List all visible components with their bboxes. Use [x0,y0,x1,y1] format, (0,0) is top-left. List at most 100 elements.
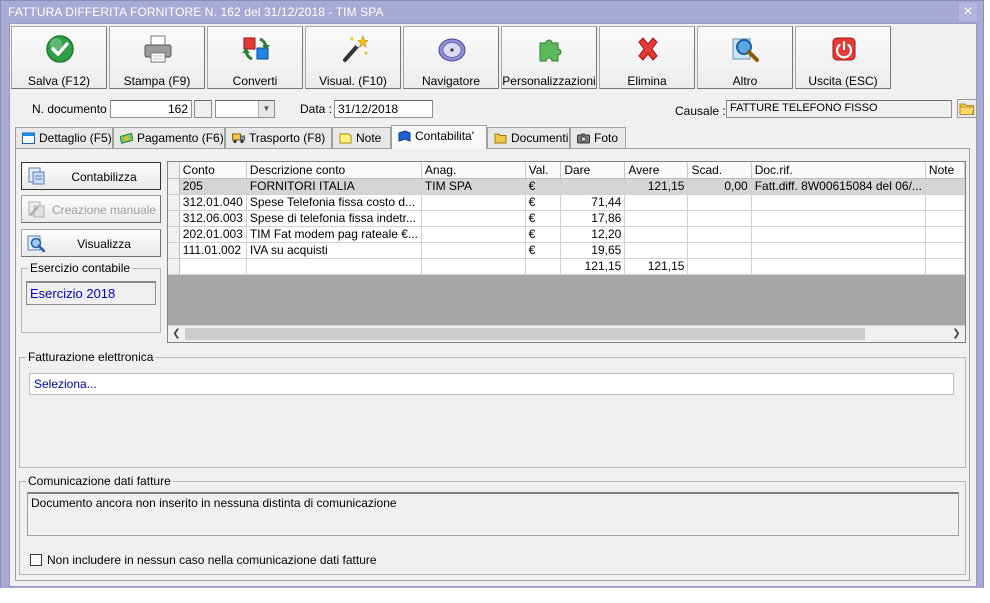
table-cell[interactable] [624,242,689,259]
table-cell[interactable]: 0,00 [687,178,752,195]
fattura-elettronica-select[interactable]: Seleziona... [29,373,954,395]
table-cell[interactable] [624,226,689,243]
close-button[interactable]: × [959,3,977,21]
table-cell[interactable]: Spese di telefonia fissa indetr... [246,210,422,227]
exclude-checkbox[interactable] [30,554,42,566]
table-row[interactable]: 312.06.003 Spese di telefonia fissa indet… [168,210,965,227]
grid-horizontal-scrollbar[interactable]: ❮ ❯ [168,325,965,342]
table-cell[interactable] [751,194,926,211]
table-cell[interactable] [925,226,965,243]
chevron-down-icon[interactable]: ▼ [258,101,274,117]
table-cell[interactable]: FORNITORI ITALIA [246,178,422,195]
date-input[interactable]: 31/12/2018 [334,100,433,118]
exit-button[interactable]: Uscita (ESC) [795,26,891,89]
table-cell[interactable]: € [525,242,562,259]
table-cell[interactable] [925,178,965,195]
table-cell[interactable] [560,178,626,195]
doc-number-suffix-button[interactable] [194,100,212,118]
table-cell[interactable]: IVA su acquisti [246,242,422,259]
column-header[interactable]: Doc.rif. [751,162,926,179]
table-cell[interactable]: 312.01.040 [179,194,247,211]
doc-series-select[interactable]: ▼ [215,100,275,118]
tab-documenti[interactable]: Documenti [487,127,570,148]
table-cell[interactable] [421,226,526,243]
table-cell[interactable] [246,258,422,275]
table-cell[interactable] [525,258,562,275]
table-row[interactable]: 121,15 121,15 [168,258,965,275]
table-cell[interactable]: € [525,210,562,227]
column-header[interactable]: Note [925,162,965,179]
tab-trasporto[interactable]: Trasporto (F8) [225,127,332,148]
table-cell[interactable]: 312.06.003 [179,210,247,227]
table-cell[interactable]: € [525,194,562,211]
scrollbar-thumb[interactable] [185,328,865,340]
esercizio-field[interactable]: Esercizio 2018 [26,281,156,305]
row-indicator[interactable] [168,210,180,227]
row-indicator[interactable] [168,194,180,211]
doc-number-input[interactable]: 162 [110,100,192,118]
tab-pagamento[interactable]: Pagamento (F6) [113,127,225,148]
table-cell[interactable] [687,210,752,227]
customizations-button[interactable]: Personalizzazioni [501,26,597,89]
table-cell[interactable] [624,210,689,227]
table-cell[interactable] [687,242,752,259]
table-cell[interactable]: 17,86 [560,210,626,227]
column-header[interactable]: Descrizione conto [246,162,422,179]
row-indicator[interactable] [168,258,180,275]
table-cell[interactable]: € [525,226,562,243]
column-header[interactable]: Anag. [421,162,526,179]
table-cell[interactable] [421,242,526,259]
navigator-button[interactable]: Navigatore [403,26,499,89]
table-cell[interactable]: 202.01.003 [179,226,247,243]
causale-input[interactable]: FATTURE TELEFONO FISSO [726,100,952,118]
row-indicator[interactable] [168,178,180,195]
table-cell[interactable] [687,258,752,275]
table-cell[interactable]: 205 [179,178,247,195]
tab-note[interactable]: Note [332,127,391,148]
table-cell[interactable]: 121,15 [560,258,626,275]
table-cell[interactable] [751,226,926,243]
table-cell[interactable]: € [525,178,562,195]
tab-dettaglio[interactable]: Dettaglio (F5) [15,127,113,148]
row-indicator[interactable] [168,226,180,243]
convert-button[interactable]: Converti [207,26,303,89]
table-cell[interactable]: Fatt.diff. 8W00615084 del 06/... [751,178,926,195]
causale-browse-button[interactable] [957,99,977,118]
other-button[interactable]: Altro [697,26,793,89]
table-cell[interactable] [179,258,247,275]
tab-foto[interactable]: Foto [570,127,626,148]
print-button[interactable]: Stampa (F9) [109,26,205,89]
table-cell[interactable] [925,194,965,211]
column-header[interactable]: Avere [624,162,689,179]
table-cell[interactable] [421,258,526,275]
table-cell[interactable]: TIM Fat modem pag rateale €... [246,226,422,243]
table-row[interactable]: 312.01.040 Spese Telefonia fissa costo d.… [168,194,965,211]
row-indicator[interactable] [168,242,180,259]
delete-button[interactable]: Elimina [599,26,695,89]
visualizza-button[interactable]: Visualizza [21,229,161,257]
contabilizza-button[interactable]: Contabilizza [21,162,161,190]
table-cell[interactable]: 121,15 [624,178,689,195]
column-header[interactable]: Dare [560,162,626,179]
preview-button[interactable]: Visual. (F10) [305,26,401,89]
table-cell[interactable]: 111.01.002 [179,242,247,259]
table-row[interactable]: 202.01.003 TIM Fat modem pag rateale €...… [168,226,965,243]
table-cell[interactable]: TIM SPA [421,178,526,195]
scroll-right-icon[interactable]: ❯ [948,326,965,342]
column-header[interactable]: Val. [525,162,562,179]
table-cell[interactable] [925,258,965,275]
column-header[interactable]: Conto [179,162,247,179]
column-header[interactable]: Scad. [687,162,752,179]
table-cell[interactable] [751,242,926,259]
table-cell[interactable]: 121,15 [624,258,689,275]
table-cell[interactable]: Spese Telefonia fissa costo d... [246,194,422,211]
table-row[interactable]: 205 FORNITORI ITALIA TIM SPA €121,15 0,00 Fat… [168,178,965,195]
tab-contabilita[interactable]: Contabilita' [391,125,487,149]
table-cell[interactable]: 12,20 [560,226,626,243]
table-cell[interactable] [687,194,752,211]
exclude-checkbox-label[interactable]: Non includere in nessun caso nella comun… [47,553,377,567]
table-cell[interactable] [421,194,526,211]
save-button[interactable]: Salva (F12) [11,26,107,89]
table-cell[interactable]: 19,65 [560,242,626,259]
table-cell[interactable] [751,210,926,227]
